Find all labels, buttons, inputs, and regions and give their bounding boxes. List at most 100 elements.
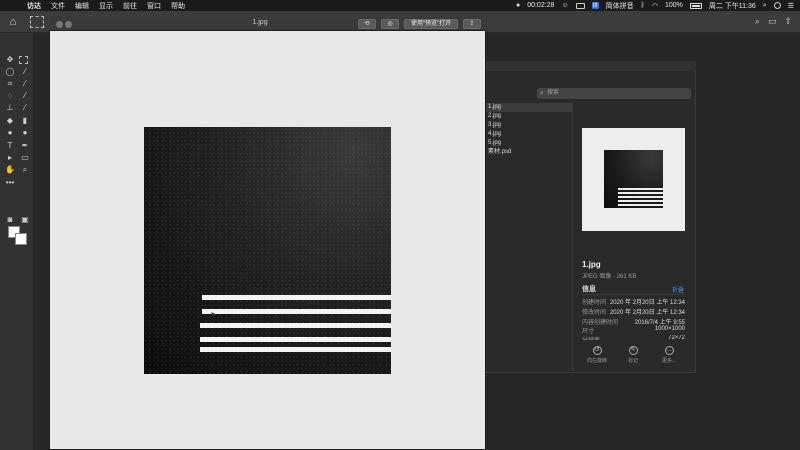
info-value: 2020 年 2月20日 上午 12:34	[609, 300, 685, 306]
menu-finder[interactable]: 访达	[27, 1, 41, 11]
search-icon[interactable]: ⌕	[755, 16, 760, 27]
ime-icon[interactable]: 拼	[591, 2, 599, 9]
info-value: 2020 年 2月20日 上午 12:34	[609, 310, 685, 316]
blur-tool-icon[interactable]: ●	[4, 128, 16, 138]
file-item[interactable]: 2.jpg	[486, 112, 572, 121]
info-label: 修改时间	[582, 310, 607, 316]
more-button[interactable]: … 更多...	[654, 346, 684, 364]
info-label: 内容创建时间	[582, 320, 619, 326]
file-list: 1.jpg 2.jpg 3.jpg 4.jpg 5.jpg 素材.psd	[486, 103, 572, 157]
eyedropper-icon[interactable]: ⁄	[19, 79, 31, 89]
lasso-tool-icon[interactable]: ◯	[4, 67, 16, 77]
menu-window[interactable]: 窗口	[147, 1, 161, 11]
quick-mask-icon[interactable]: ◙	[4, 215, 16, 225]
mouse-cursor-icon: ➤	[210, 310, 217, 319]
menu-help[interactable]: 帮助	[171, 1, 185, 11]
file-item[interactable]: 3.jpg	[486, 121, 572, 130]
action-label: 向左旋转	[586, 358, 607, 364]
zoom-tool-icon[interactable]: ⌕	[19, 165, 31, 175]
screen-mode-icon[interactable]: ▣	[19, 215, 31, 225]
menu-view[interactable]: 显示	[99, 1, 113, 11]
column-divider[interactable]	[572, 103, 573, 371]
image-stripe	[200, 337, 391, 342]
info-label: 分辨率	[582, 335, 600, 340]
brush-tool-icon[interactable]: ⁄	[19, 91, 31, 101]
more-icon: …	[664, 346, 674, 355]
image-stripe	[200, 323, 391, 328]
magic-wand-icon[interactable]: ⁄	[19, 67, 31, 77]
search-placeholder: 搜索	[547, 90, 560, 96]
marquee-option-icon[interactable]	[30, 16, 44, 28]
rotate-button[interactable]: ⟲	[358, 19, 376, 29]
hand-tool-icon[interactable]: ✋	[4, 165, 16, 175]
thumb-stripe	[618, 200, 663, 202]
marquee-tool-icon[interactable]	[19, 56, 28, 64]
datetime-text[interactable]: 周二 下午11:36	[709, 1, 756, 11]
thumb-stripe	[618, 192, 663, 194]
history-brush-icon[interactable]: ⁄	[19, 103, 31, 113]
action-label: 更多...	[661, 358, 677, 364]
image-stripe	[200, 347, 391, 352]
info-label: 创建时间	[582, 300, 607, 306]
stamp-tool-icon[interactable]: ⊥	[4, 103, 16, 113]
path-select-icon[interactable]: ▸	[4, 153, 16, 163]
info-row: 修改时间 2020 年 2月20日 上午 12:34	[582, 307, 685, 316]
info-value: 72×72	[668, 335, 685, 340]
ime-label[interactable]: 简体拼音	[606, 1, 634, 11]
home-icon[interactable]: ⌂	[6, 15, 20, 29]
wifi-icon[interactable]: ◠	[652, 2, 658, 10]
info-value: 2016/7/4 上午 9:55	[634, 320, 685, 326]
battery-text[interactable]: 100%	[665, 2, 683, 9]
file-item[interactable]: 5.jpg	[486, 139, 572, 148]
preview-filetype: JPEG 图像 - 261 KB	[582, 274, 637, 280]
canvas-image[interactable]	[144, 127, 391, 374]
pen-tool-icon[interactable]: ✒	[19, 141, 31, 151]
workspace-icon[interactable]: ▭	[768, 16, 777, 27]
bluetooth-icon[interactable]: ᛒ	[641, 2, 645, 9]
rectangle-tool-icon[interactable]: ▭	[19, 153, 31, 163]
type-tool-icon[interactable]: T	[4, 141, 16, 151]
info-label: 尺寸	[582, 329, 595, 335]
file-item[interactable]: 素材.psd	[486, 148, 572, 157]
file-item[interactable]: 1.jpg	[486, 103, 572, 112]
image-stripe	[202, 295, 391, 300]
finder-search-input[interactable]: 搜索	[537, 88, 691, 99]
background-color-swatch[interactable]	[15, 233, 27, 245]
menu-file[interactable]: 文件	[51, 1, 65, 11]
info-collapse-link[interactable]: 折叠	[672, 285, 684, 294]
gradient-tool-icon[interactable]: ▮	[19, 116, 31, 126]
search-icon[interactable]: ⌕	[763, 2, 767, 10]
thumb-stripe	[618, 196, 663, 198]
wechat-icon[interactable]: ☺	[561, 2, 568, 9]
menu-go[interactable]: 前往	[123, 1, 137, 11]
share-icon[interactable]: ⇪	[463, 19, 481, 29]
minimize-window-icon[interactable]	[65, 21, 72, 28]
timer-text[interactable]: 00:02:28	[527, 2, 554, 9]
eraser-tool-icon[interactable]: ◆	[4, 116, 16, 126]
share-icon[interactable]: ⇧	[784, 16, 792, 27]
markup-icon: ✎	[628, 346, 638, 355]
battery-icon[interactable]	[689, 2, 702, 9]
dodge-tool-icon[interactable]: ●	[19, 128, 31, 138]
info-row: 创建时间 2020 年 2月20日 上午 12:34	[582, 297, 685, 306]
file-item[interactable]: 4.jpg	[486, 130, 572, 139]
markup-button[interactable]: ✎ 标记	[618, 346, 648, 364]
more-tools-icon[interactable]: •••	[4, 178, 16, 188]
open-with-preview-button[interactable]: 使用“预览”打开	[404, 19, 458, 29]
markup-icon[interactable]: ◎	[381, 19, 399, 29]
move-tool-icon[interactable]: ✥	[4, 55, 16, 65]
close-window-icon[interactable]	[56, 21, 63, 28]
crop-tool-icon[interactable]: ⌗	[4, 79, 16, 89]
control-center-icon[interactable]: ☰	[788, 2, 794, 10]
preview-filename: 1.jpg	[582, 260, 601, 269]
action-label: 标记	[627, 358, 638, 364]
rotate-left-button[interactable]: ↺ 向左旋转	[582, 346, 612, 364]
menu-edit[interactable]: 编辑	[75, 1, 89, 11]
display-icon[interactable]	[575, 2, 585, 9]
options-right-group: ⌕ ▭ ⇧	[755, 16, 792, 27]
healing-brush-icon[interactable]: ◌	[4, 91, 16, 101]
image-stripe	[202, 309, 391, 314]
preview-thumbnail-image	[604, 150, 663, 208]
siri-icon[interactable]	[773, 2, 781, 9]
record-icon[interactable]: ●	[516, 2, 520, 9]
